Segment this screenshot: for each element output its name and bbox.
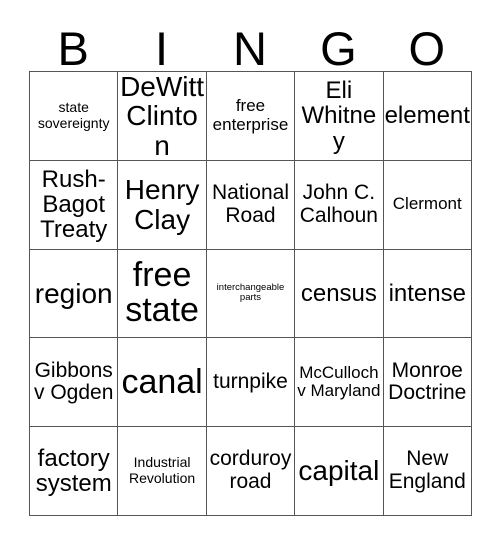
bingo-cell[interactable]: Henry Clay (118, 160, 207, 250)
bingo-cell-label: Monroe Doctrine (388, 358, 467, 405)
bingo-cell[interactable]: intense (383, 249, 472, 339)
bingo-cell[interactable]: census (295, 249, 384, 339)
bingo-header-letter-g: G (320, 21, 357, 75)
bingo-cell-label: turnpike (213, 369, 288, 393)
bingo-row: factory system Industrial Revolution cor… (30, 427, 472, 516)
bingo-cell-label: intense (388, 279, 466, 307)
bingo-cell[interactable]: New England (383, 427, 472, 516)
bingo-cell-label: element (384, 102, 470, 130)
bingo-cell[interactable]: Monroe Doctrine (383, 338, 472, 428)
bingo-header-cell-g: G (294, 10, 382, 75)
bingo-grid: state sovereignty DeWitt Clinton free en… (29, 71, 472, 516)
bingo-cell[interactable]: Rush-Bagot Treaty (30, 160, 119, 250)
bingo-row: region free state interchangeable parts … (30, 249, 472, 339)
bingo-cell[interactable]: DeWitt Clinton (118, 72, 207, 161)
bingo-cell[interactable]: factory system (30, 427, 119, 516)
bingo-cell-label: factory system (35, 444, 112, 498)
bingo-cell[interactable]: free enterprise (206, 72, 296, 161)
bingo-cell-label: Gibbons v Ogden (34, 358, 114, 405)
bingo-cell[interactable]: Clermont (383, 160, 472, 250)
bingo-cell[interactable]: free state (118, 249, 207, 339)
bingo-cell[interactable]: National Road (206, 160, 296, 250)
bingo-cell[interactable]: canal (118, 338, 207, 428)
bingo-header-letter-i: I (155, 21, 169, 75)
bingo-cell-label: John C. Calhoun (299, 181, 378, 227)
bingo-header-cell-i: I (117, 10, 205, 75)
bingo-row: state sovereignty DeWitt Clinton free en… (30, 72, 472, 161)
bingo-cell-label: capital (298, 455, 380, 487)
bingo-cell-label: canal (121, 362, 203, 401)
bingo-cell[interactable]: McCulloch v Maryland (295, 338, 384, 428)
bingo-cell-label: region (34, 277, 113, 309)
bingo-cell[interactable]: capital (295, 427, 384, 516)
bingo-cell-label: National Road (211, 181, 289, 227)
bingo-cell[interactable]: interchangeable parts (206, 249, 296, 339)
bingo-cell-label: census (300, 279, 377, 307)
bingo-cell-label: McCulloch v Maryland (297, 362, 381, 401)
bingo-cell-label: interchangeable parts (216, 281, 285, 304)
bingo-cell-label: Rush-Bagot Treaty (40, 165, 108, 244)
bingo-cell-label: state sovereignty (37, 99, 110, 131)
bingo-cell[interactable]: turnpike (206, 338, 296, 428)
bingo-cell[interactable]: region (30, 249, 119, 339)
bingo-cell-label: Henry Clay (124, 174, 200, 235)
bingo-cell-label: free state (125, 256, 199, 330)
bingo-cell-label: corduroy road (209, 447, 292, 494)
bingo-header-letter-b: B (57, 21, 89, 75)
bingo-header-letter-o: O (408, 21, 446, 75)
bingo-cell-label: Eli Whitney (301, 76, 377, 155)
bingo-card: B I N G O state sovereignty DeWitt Clint… (29, 10, 472, 516)
bingo-row: Gibbons v Ogden canal turnpike McCulloch… (30, 338, 472, 428)
bingo-cell-label: New England (388, 447, 466, 494)
bingo-header-cell-n: N (206, 10, 294, 75)
bingo-cell-label: Clermont (392, 194, 462, 214)
bingo-cell[interactable]: Eli Whitney (295, 72, 384, 161)
bingo-cell-label: free enterprise (212, 96, 289, 134)
bingo-cell-label: Industrial Revolution (129, 454, 196, 487)
bingo-cell[interactable]: John C. Calhoun (295, 160, 384, 250)
bingo-cell[interactable]: state sovereignty (30, 72, 119, 161)
bingo-cell[interactable]: corduroy road (206, 427, 296, 516)
bingo-cell[interactable]: Gibbons v Ogden (30, 338, 119, 428)
bingo-header-row: B I N G O (29, 10, 471, 75)
bingo-header-cell-b: B (29, 10, 117, 75)
bingo-row: Rush-Bagot Treaty Henry Clay National Ro… (30, 160, 472, 250)
bingo-header-cell-o: O (383, 10, 471, 75)
bingo-cell[interactable]: element (383, 72, 472, 161)
bingo-cell-label: DeWitt Clinton (120, 72, 205, 161)
bingo-cell[interactable]: Industrial Revolution (118, 427, 207, 516)
bingo-header-letter-n: N (233, 21, 267, 75)
